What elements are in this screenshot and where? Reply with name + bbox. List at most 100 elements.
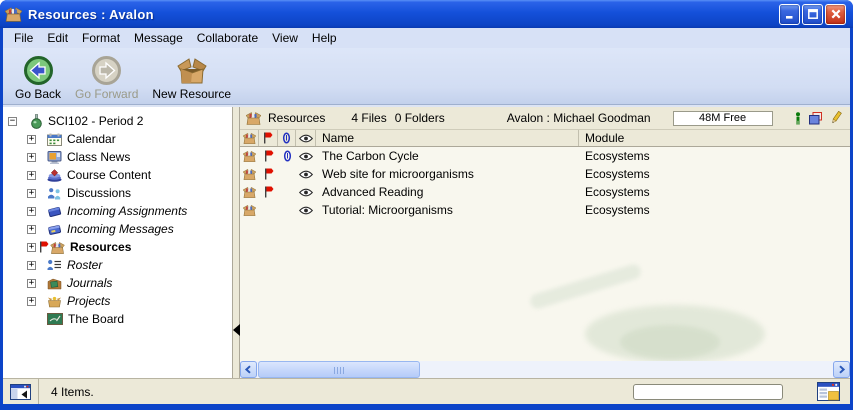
expand-toggle-icon[interactable]: + xyxy=(27,171,36,180)
cell-clip xyxy=(278,147,296,165)
flask-icon xyxy=(30,114,43,129)
expand-toggle-icon[interactable]: + xyxy=(27,297,36,306)
menu-file[interactable]: File xyxy=(7,29,40,47)
form-window-icon[interactable] xyxy=(817,382,840,401)
window-panel-icon xyxy=(10,384,31,400)
resource-box-sm-icon xyxy=(243,204,256,216)
table-row[interactable]: Web site for microorganismsEcosystems xyxy=(240,165,850,183)
file-counts: 4 Files 0 Folders xyxy=(351,111,444,125)
menu-message[interactable]: Message xyxy=(127,29,190,47)
resource-name[interactable]: Tutorial: Microorganisms xyxy=(316,201,579,219)
tree-item-the-board[interactable]: The Board xyxy=(3,310,232,328)
resources-panel: Resources 4 Files 0 Folders Avalon : Mic… xyxy=(240,107,850,378)
cell-box xyxy=(240,183,259,201)
scroll-left-button[interactable] xyxy=(240,361,257,378)
collapse-arrow-icon[interactable] xyxy=(233,324,240,336)
resource-name[interactable]: Web site for microorganisms xyxy=(316,165,579,183)
copy-icon[interactable] xyxy=(809,112,823,125)
tree-item-course-content[interactable]: +Course Content xyxy=(3,166,232,184)
minimize-button[interactable] xyxy=(779,4,800,25)
course-tree: − SCI102 - Period 2 + Calendar +Class News+C… xyxy=(3,107,232,378)
paperclip-column-icon xyxy=(282,132,291,144)
column-item-icon[interactable] xyxy=(240,130,259,146)
cell-flag xyxy=(259,165,278,183)
expand-toggle-icon[interactable]: + xyxy=(27,261,36,270)
menu-help[interactable]: Help xyxy=(305,29,344,47)
panel-title: Resources xyxy=(268,111,325,125)
tree-item-journals[interactable]: + Journals xyxy=(3,274,232,292)
menu-view[interactable]: View xyxy=(265,29,305,47)
maximize-button[interactable] xyxy=(802,4,823,25)
column-flag[interactable] xyxy=(259,130,278,146)
incoming-messages-icon xyxy=(47,223,62,236)
expand-toggle-icon[interactable]: + xyxy=(27,243,36,252)
go-forward-button[interactable]: Go Forward xyxy=(71,52,142,103)
cell-flag xyxy=(259,201,278,219)
titlebar[interactable]: Resources : Avalon xyxy=(0,0,853,28)
tree-item-label: Calendar xyxy=(67,132,116,146)
eye-icon xyxy=(299,206,313,215)
tree-item-incoming-messages[interactable]: + Incoming Messages xyxy=(3,220,232,238)
column-name[interactable]: Name xyxy=(316,130,579,146)
tree-item-incoming-assignments[interactable]: +Incoming Assignments xyxy=(3,202,232,220)
menu-format[interactable]: Format xyxy=(75,29,127,47)
panel-splitter[interactable] xyxy=(232,107,240,378)
journals-icon xyxy=(47,277,62,290)
expand-toggle-icon[interactable]: + xyxy=(27,135,36,144)
person-icon[interactable] xyxy=(794,112,802,125)
panel-header: Resources 4 Files 0 Folders Avalon : Mic… xyxy=(240,107,850,130)
status-icon-cell[interactable] xyxy=(3,379,39,404)
tree-item-resources[interactable]: + Resources xyxy=(3,238,232,256)
menu-collaborate[interactable]: Collaborate xyxy=(190,29,265,47)
cell-eye[interactable] xyxy=(296,165,316,183)
eye-icon xyxy=(299,152,313,161)
column-visibility[interactable] xyxy=(296,130,316,146)
new-resource-button[interactable]: New Resource xyxy=(148,52,235,103)
resource-name[interactable]: Advanced Reading xyxy=(316,183,579,201)
close-button[interactable] xyxy=(825,4,846,25)
expand-toggle-icon[interactable]: + xyxy=(27,189,36,198)
tree-item-label: SCI102 - Period 2 xyxy=(48,114,143,128)
tree-item-calendar[interactable]: + Calendar xyxy=(3,130,232,148)
tree-item-label: Incoming Messages xyxy=(67,222,174,236)
cell-eye[interactable] xyxy=(296,201,316,219)
collapse-toggle-icon[interactable]: − xyxy=(8,117,17,126)
tree-item-projects[interactable]: +Projects xyxy=(3,292,232,310)
expand-toggle-icon[interactable]: + xyxy=(27,207,36,216)
paperclip-icon xyxy=(283,150,292,162)
resource-module: Ecosystems xyxy=(579,183,850,201)
table-row[interactable]: Advanced ReadingEcosystems xyxy=(240,183,850,201)
tree-item-label: Resources xyxy=(70,240,131,254)
expand-toggle-icon[interactable]: + xyxy=(27,279,36,288)
menu-edit[interactable]: Edit xyxy=(40,29,75,47)
app-window: Resources : Avalon FileEditFormatMessage… xyxy=(0,0,853,410)
tree-item-discussions[interactable]: +Discussions xyxy=(3,184,232,202)
files-count: 4 Files xyxy=(351,111,386,125)
cell-eye[interactable] xyxy=(296,183,316,201)
cell-flag xyxy=(259,183,278,201)
resource-module: Ecosystems xyxy=(579,165,850,183)
resource-module: Ecosystems xyxy=(579,201,850,219)
cell-eye[interactable] xyxy=(296,147,316,165)
column-attachment[interactable] xyxy=(278,130,296,146)
expand-toggle-icon[interactable]: + xyxy=(27,225,36,234)
scrollbar-thumb[interactable] xyxy=(258,361,420,378)
horizontal-scrollbar[interactable] xyxy=(240,361,850,378)
table-row[interactable]: Tutorial: MicroorganismsEcosystems xyxy=(240,201,850,219)
box-column-icon xyxy=(243,132,256,144)
tree-item-sci102-period-2[interactable]: − SCI102 - Period 2 xyxy=(3,112,232,130)
expand-toggle-icon[interactable]: + xyxy=(27,153,36,162)
column-module[interactable]: Module xyxy=(579,130,850,146)
scroll-right-button[interactable] xyxy=(833,361,850,378)
table-header: Name Module xyxy=(240,130,850,147)
resource-name[interactable]: The Carbon Cycle xyxy=(316,147,579,165)
tree-item-class-news[interactable]: +Class News xyxy=(3,148,232,166)
resource-box-sm-icon xyxy=(243,168,256,180)
table-row[interactable]: The Carbon CycleEcosystems xyxy=(240,147,850,165)
go-back-button[interactable]: Go Back xyxy=(11,52,65,103)
go-back-icon xyxy=(23,54,54,86)
tree-item-roster[interactable]: +Roster xyxy=(3,256,232,274)
pencil-icon[interactable] xyxy=(830,111,842,125)
cell-clip xyxy=(278,183,296,201)
tree-item-label: Journals xyxy=(67,276,112,290)
